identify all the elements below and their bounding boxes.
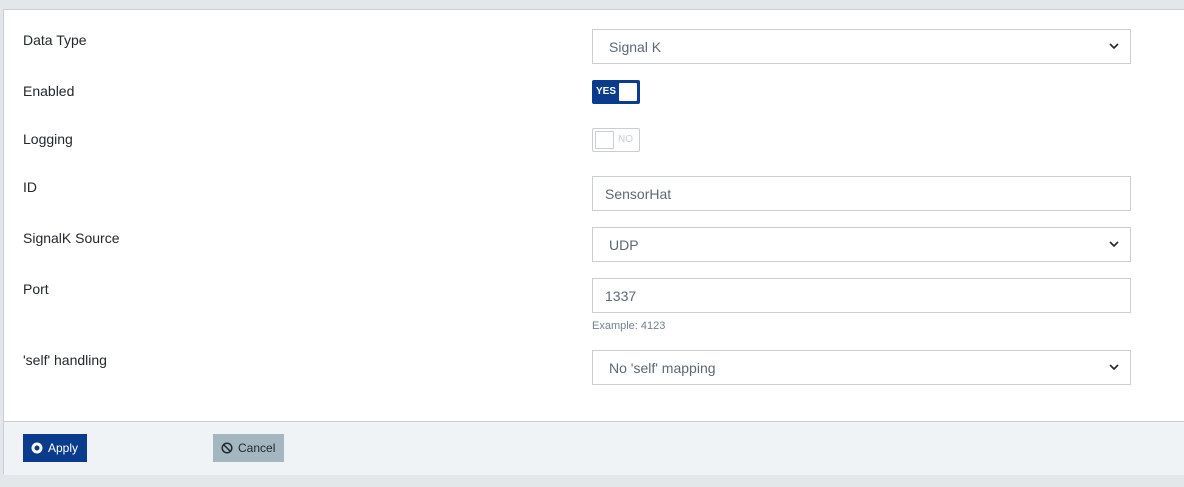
enabled-label: Enabled <box>23 83 75 99</box>
id-input[interactable]: SensorHat <box>592 176 1131 211</box>
signalk-source-value: UDP <box>609 237 639 253</box>
self-handling-label: 'self' handling <box>23 352 107 368</box>
data-type-select[interactable]: Signal K <box>592 29 1131 64</box>
apply-label: Apply <box>48 441 79 455</box>
port-help-text: Example: 4123 <box>592 320 666 332</box>
apply-button[interactable]: Apply <box>23 434 87 462</box>
chevron-down-icon <box>1109 364 1119 371</box>
self-handling-select[interactable]: No 'self' mapping <box>592 350 1131 385</box>
logging-label: Logging <box>23 131 73 147</box>
data-type-value: Signal K <box>609 39 662 55</box>
toggle-knob <box>619 83 637 101</box>
form-footer: Apply Cancel <box>4 421 1184 475</box>
id-label: ID <box>23 179 37 195</box>
port-value: 1337 <box>605 288 637 304</box>
cancel-button[interactable]: Cancel <box>213 434 284 462</box>
connection-form-card: Data Type Signal K Enabled YES Logging N… <box>3 9 1184 475</box>
cancel-label: Cancel <box>238 441 276 455</box>
chevron-down-icon <box>1109 241 1119 248</box>
signalk-source-select[interactable]: UDP <box>592 227 1131 262</box>
data-type-label: Data Type <box>23 32 87 48</box>
dot-circle-icon <box>31 442 43 454</box>
enabled-toggle[interactable]: YES <box>592 80 640 104</box>
port-input[interactable]: 1337 <box>592 278 1131 313</box>
enabled-toggle-state: YES <box>596 86 617 97</box>
self-handling-value: No 'self' mapping <box>609 360 716 376</box>
toggle-knob <box>595 131 614 149</box>
ban-icon <box>221 442 233 454</box>
logging-toggle-state: NO <box>618 134 633 145</box>
chevron-down-icon <box>1109 43 1119 50</box>
logging-toggle[interactable]: NO <box>592 128 640 152</box>
port-label: Port <box>23 281 49 297</box>
id-value: SensorHat <box>605 186 672 202</box>
signalk-source-label: SignalK Source <box>23 230 120 246</box>
